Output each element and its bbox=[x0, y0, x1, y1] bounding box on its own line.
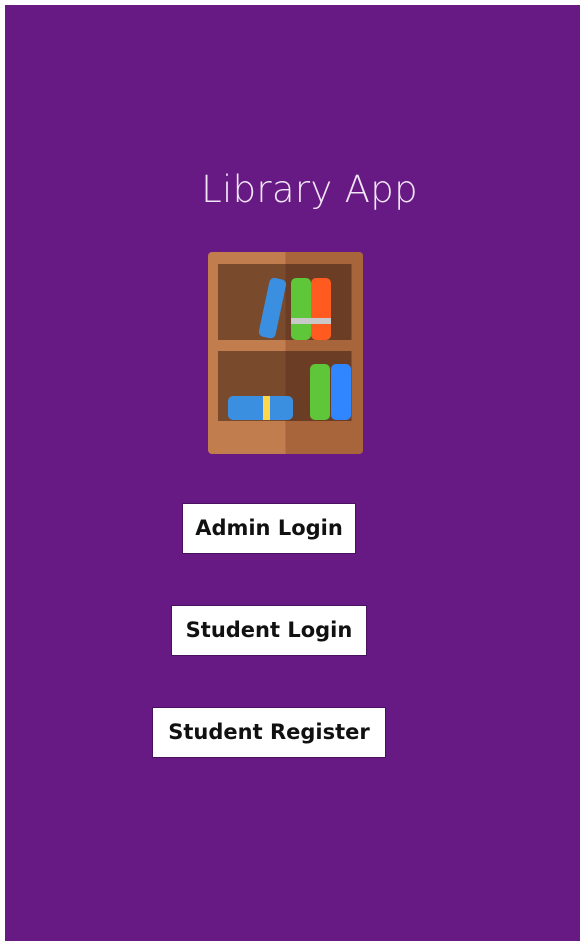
admin-login-button[interactable]: Admin Login bbox=[182, 503, 356, 554]
app-title: Library App bbox=[201, 168, 418, 211]
student-register-button[interactable]: Student Register bbox=[152, 707, 386, 758]
student-login-button[interactable]: Student Login bbox=[171, 605, 367, 656]
app-screen: Library App Admin Login Student Login St… bbox=[5, 5, 580, 941]
bookshelf-icon bbox=[208, 252, 363, 454]
